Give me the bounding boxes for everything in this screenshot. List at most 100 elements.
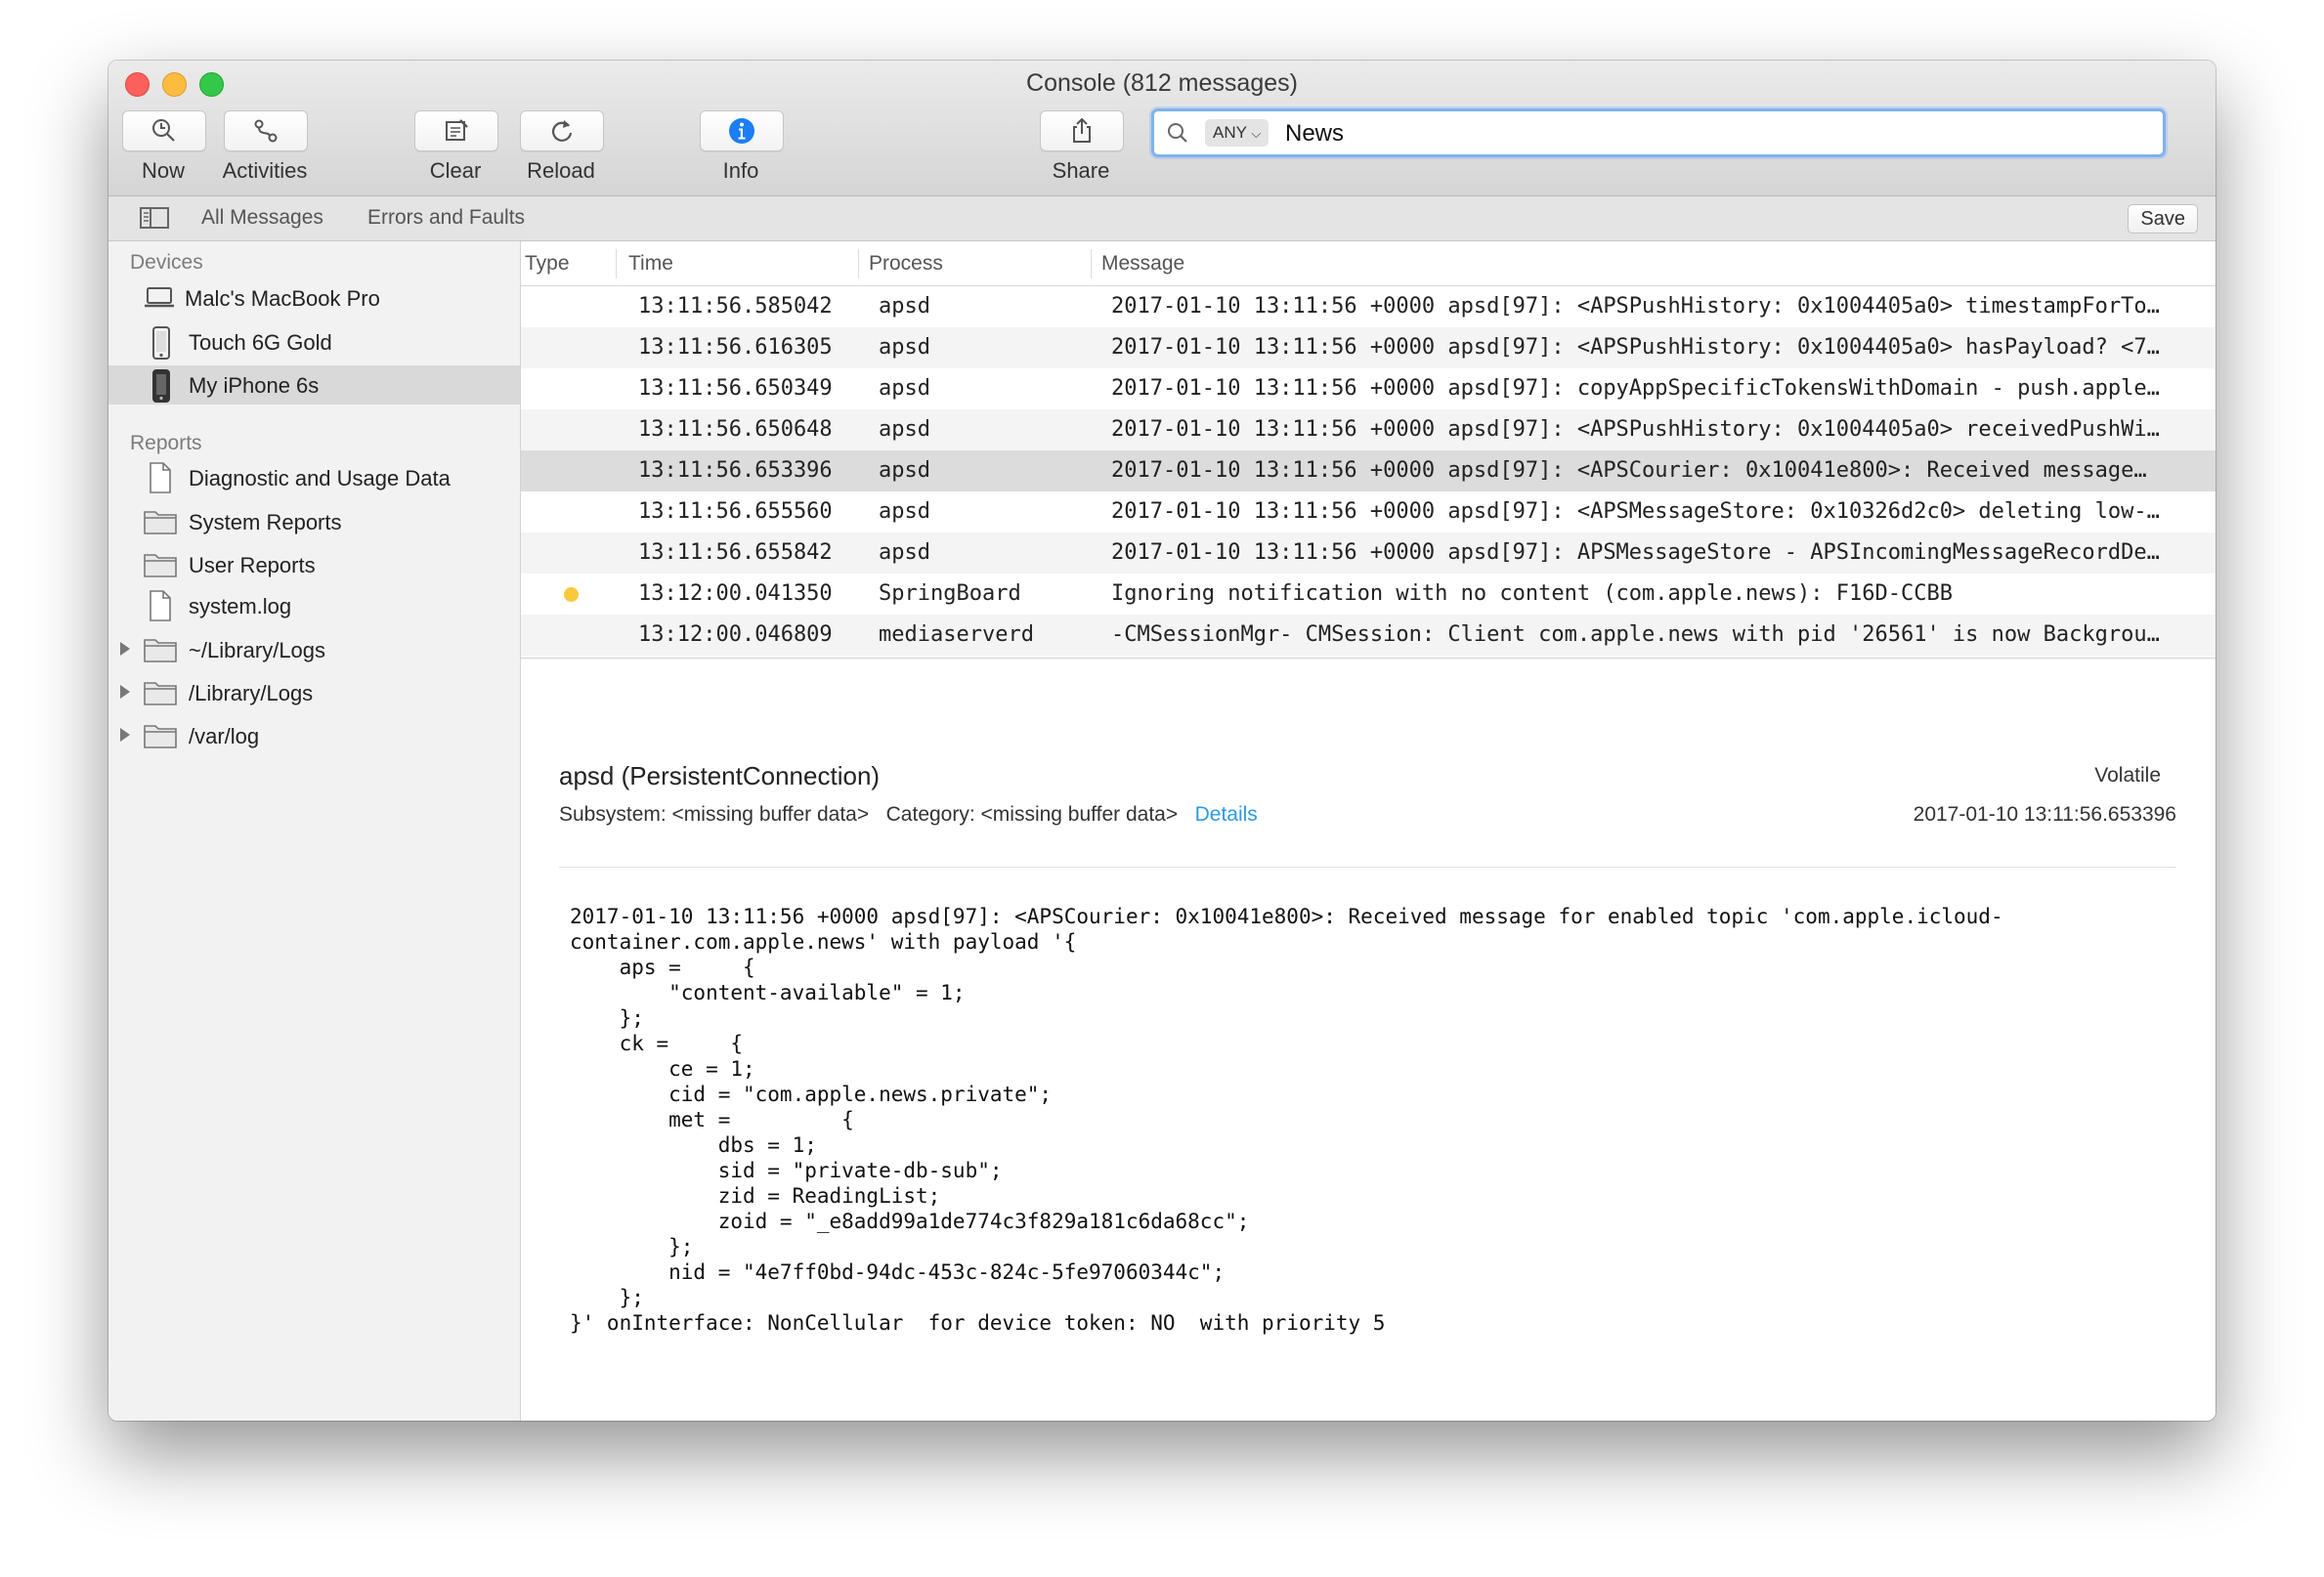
time-cell: 13:12:00.046809 <box>638 622 833 647</box>
now-button[interactable] <box>122 110 206 151</box>
process-cell: apsd <box>879 294 930 319</box>
table-row[interactable]: 13:12:00.041350 SpringBoard Ignoring not… <box>521 574 2216 615</box>
window-title: Console (812 messages) <box>1026 69 1298 97</box>
disclosure-triangle-icon[interactable] <box>118 726 132 744</box>
sidebar-item-system-reports[interactable]: System Reports <box>108 502 520 541</box>
process-cell: apsd <box>879 417 930 442</box>
process-cell: mediaserverd <box>879 622 1034 647</box>
column-divider[interactable] <box>1091 249 1092 278</box>
message-cell: 2017-01-10 13:11:56 +0000 apsd[97]: <APS… <box>1111 294 2160 319</box>
time-cell: 13:11:56.650648 <box>638 417 833 442</box>
sidebar-item-label: System Reports <box>189 510 342 534</box>
chevron-down-icon: ⌵ <box>1251 126 1262 141</box>
activities-label: Activities <box>222 158 308 183</box>
main-panel: Type Time Process Message 13:11:56.58504… <box>521 241 2216 1421</box>
details-link[interactable]: Details <box>1195 803 1258 826</box>
message-cell: 2017-01-10 13:11:56 +0000 apsd[97]: APSM… <box>1111 540 2160 565</box>
filter-all-messages[interactable]: All Messages <box>201 206 323 230</box>
process-cell: apsd <box>879 540 930 565</box>
time-cell: 13:11:56.655842 <box>638 540 833 565</box>
share-icon <box>1073 117 1091 143</box>
document-icon <box>150 462 171 493</box>
phone-icon <box>152 369 170 403</box>
process-cell: apsd <box>879 499 930 524</box>
info-label: Info <box>722 158 759 183</box>
sidebar-item-label: Malc's MacBook Pro <box>185 286 380 311</box>
sidebar-item-var-log[interactable]: /var/log <box>108 716 520 755</box>
message-body: 2017-01-10 13:11:56 +0000 apsd[97]: <APS… <box>570 905 2003 1335</box>
column-type[interactable]: Type <box>525 252 570 276</box>
column-divider[interactable] <box>858 249 859 278</box>
activities-icon <box>254 119 278 143</box>
column-divider[interactable] <box>616 249 617 278</box>
table-row[interactable]: 13:12:00.046809 mediaserverd -CMSessionM… <box>521 615 2216 656</box>
column-message[interactable]: Message <box>1101 252 1184 276</box>
laptop-icon <box>145 287 174 308</box>
time-cell: 13:11:56.655560 <box>638 499 833 524</box>
disclosure-triangle-icon[interactable] <box>118 683 132 701</box>
sidebar-toggle-icon[interactable] <box>140 206 169 230</box>
category-label: Category: <missing buffer data> <box>885 803 1179 826</box>
filter-errors-and-faults[interactable]: Errors and Faults <box>367 206 525 230</box>
table-row[interactable]: 13:11:56.650349 apsd 2017-01-10 13:11:56… <box>521 368 2216 409</box>
sidebar-item-user-reports[interactable]: User Reports <box>108 545 520 584</box>
now-icon <box>152 119 175 142</box>
process-cell: apsd <box>879 335 930 360</box>
table-row[interactable]: 13:11:56.650648 apsd 2017-01-10 13:11:56… <box>521 409 2216 450</box>
column-process[interactable]: Process <box>869 252 943 276</box>
subsystem-label: Subsystem: <missing buffer data> <box>559 803 870 826</box>
sidebar-item-diagnostic-usage-data[interactable]: Diagnostic and Usage Data <box>108 458 520 497</box>
message-cell: 2017-01-10 13:11:56 +0000 apsd[97]: <APS… <box>1111 335 2160 360</box>
info-button[interactable] <box>700 110 784 151</box>
table-row[interactable]: 13:11:56.616305 apsd 2017-01-10 13:11:56… <box>521 327 2216 368</box>
search-field[interactable]: ANY ⌵ News <box>1151 108 2166 157</box>
share-button[interactable] <box>1040 110 1124 151</box>
divider <box>559 867 2176 868</box>
sidebar-item-label: ~/Library/Logs <box>189 638 326 662</box>
time-cell: 13:11:56.616305 <box>638 335 833 360</box>
detail-timestamp: 2017-01-10 13:11:56.653396 <box>1913 803 2176 826</box>
time-cell: 13:11:56.653396 <box>638 458 833 483</box>
save-button[interactable]: Save <box>2128 204 2198 234</box>
sidebar-item-macbook-pro[interactable]: Malc's MacBook Pro <box>108 278 520 318</box>
info-icon <box>729 118 754 144</box>
folder-icon <box>144 511 177 534</box>
table-row-selected[interactable]: 13:11:56.653396 apsd 2017-01-10 13:11:56… <box>521 450 2216 491</box>
folder-icon <box>144 682 177 705</box>
clear-button[interactable] <box>414 110 498 151</box>
activities-button[interactable] <box>224 110 308 151</box>
search-scope-dropdown[interactable]: ANY ⌵ <box>1205 119 1270 147</box>
sidebar-item-touch-6g-gold[interactable]: Touch 6G Gold <box>108 322 520 362</box>
process-cell: SpringBoard <box>879 581 1021 606</box>
detail-metadata: Subsystem: <missing buffer data> Categor… <box>559 803 1258 827</box>
sidebar-item-library-logs[interactable]: /Library/Logs <box>108 673 520 712</box>
table-row[interactable]: 13:11:56.655560 apsd 2017-01-10 13:11:56… <box>521 491 2216 533</box>
reports-header: Reports <box>130 432 202 454</box>
sidebar-item-my-iphone-6s[interactable]: My iPhone 6s <box>108 365 520 405</box>
sidebar-item-label: /var/log <box>189 724 260 748</box>
clear-label: Clear <box>429 158 482 183</box>
sidebar-item-label: Touch 6G Gold <box>189 330 332 355</box>
folder-icon <box>144 725 177 748</box>
sidebar-item-label: Diagnostic and Usage Data <box>189 466 451 490</box>
column-time[interactable]: Time <box>628 252 673 276</box>
message-cell: 2017-01-10 13:11:56 +0000 apsd[97]: <APS… <box>1111 417 2160 442</box>
reload-icon <box>551 120 573 142</box>
message-cell: -CMSessionMgr- CMSession: Client com.app… <box>1111 622 2160 647</box>
table-row[interactable]: 13:11:56.585042 apsd 2017-01-10 13:11:56… <box>521 286 2216 327</box>
disclosure-triangle-icon[interactable] <box>118 640 132 658</box>
reload-label: Reload <box>527 158 595 183</box>
sidebar-item-user-library-logs[interactable]: ~/Library/Logs <box>108 630 520 669</box>
pane-divider[interactable] <box>521 658 2216 659</box>
table-row[interactable]: 13:11:56.655842 apsd 2017-01-10 13:11:56… <box>521 533 2216 574</box>
console-window: Console (812 messages) Now Activities Cl… <box>108 61 2216 1421</box>
folder-icon <box>144 639 177 662</box>
time-cell: 13:11:56.650349 <box>638 376 833 401</box>
sidebar-item-label: system.log <box>189 594 292 618</box>
sidebar-item-system-log[interactable]: system.log <box>108 586 520 625</box>
reload-button[interactable] <box>520 110 604 151</box>
process-cell: apsd <box>879 458 930 483</box>
search-input[interactable]: News <box>1285 120 1344 148</box>
type-indicator-dot <box>564 587 579 602</box>
log-column-header: Type Time Process Message <box>521 241 2216 286</box>
